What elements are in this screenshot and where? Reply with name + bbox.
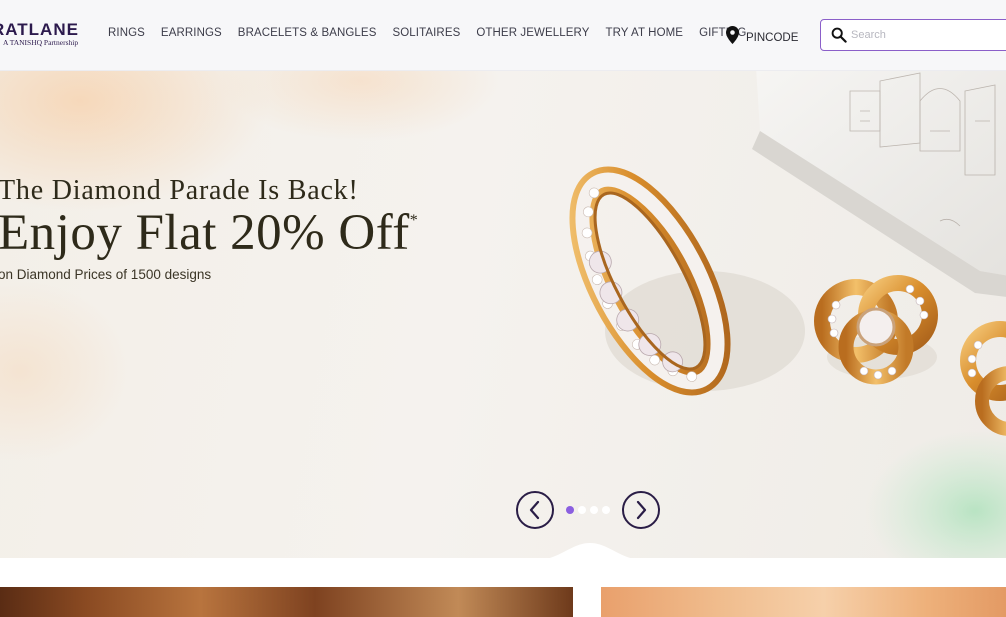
hero-description: on Diamond Prices of 1500 designs xyxy=(0,266,212,282)
site-header: RATLANE A TANISHQ Partnership RINGS EARR… xyxy=(0,0,1006,71)
carousel-dot-4[interactable] xyxy=(602,506,610,514)
nav-item-rings[interactable]: RINGS xyxy=(108,27,145,39)
hero-heading: Enjoy Flat 20% Off* xyxy=(0,205,419,261)
hero-asterisk: * xyxy=(409,212,419,229)
main-nav: RINGS EARRINGS BRACELETS & BANGLES SOLIT… xyxy=(108,27,746,39)
category-card-right[interactable] xyxy=(601,587,1006,617)
brand-tagline: A TANISHQ Partnership xyxy=(3,38,79,47)
nav-item-try-at-home[interactable]: TRY AT HOME xyxy=(605,27,683,39)
hero-bottom-notch xyxy=(549,543,631,558)
nav-item-earrings[interactable]: EARRINGS xyxy=(161,27,222,39)
hero-jewellery-image xyxy=(0,71,1006,558)
brand-logo[interactable]: RATLANE A TANISHQ Partnership xyxy=(0,20,82,50)
carousel-prev-button[interactable] xyxy=(516,491,554,529)
carousel-next-button[interactable] xyxy=(622,491,660,529)
carousel-dot-2[interactable] xyxy=(578,506,586,514)
category-card-left[interactable] xyxy=(0,587,573,617)
hero-banner[interactable]: The Diamond Parade Is Back! Enjoy Flat 2… xyxy=(0,71,1006,558)
category-cards-section xyxy=(0,558,1006,617)
nav-item-solitaires[interactable]: SOLITAIRES xyxy=(392,27,460,39)
chevron-left-icon xyxy=(529,500,540,520)
search-icon[interactable] xyxy=(831,27,847,48)
hero-subheading: The Diamond Parade Is Back! xyxy=(0,175,359,206)
hero-headline-block: The Diamond Parade Is Back! Enjoy Flat 2… xyxy=(0,175,418,282)
carousel-dot-1[interactable] xyxy=(566,506,574,514)
nav-item-bracelets-bangles[interactable]: BRACELETS & BANGLES xyxy=(238,27,377,39)
carousel-dots xyxy=(566,506,610,514)
search-input[interactable] xyxy=(851,21,1006,49)
carousel-dot-3[interactable] xyxy=(590,506,598,514)
search-box[interactable] xyxy=(820,19,1006,51)
chevron-right-icon xyxy=(636,500,647,520)
pincode-button[interactable]: PINCODE xyxy=(726,26,798,49)
brand-name: RATLANE xyxy=(0,20,79,39)
location-pin-icon xyxy=(726,26,739,49)
pincode-label: PINCODE xyxy=(746,31,799,44)
nav-item-other-jewellery[interactable]: OTHER JEWELLERY xyxy=(476,27,589,39)
